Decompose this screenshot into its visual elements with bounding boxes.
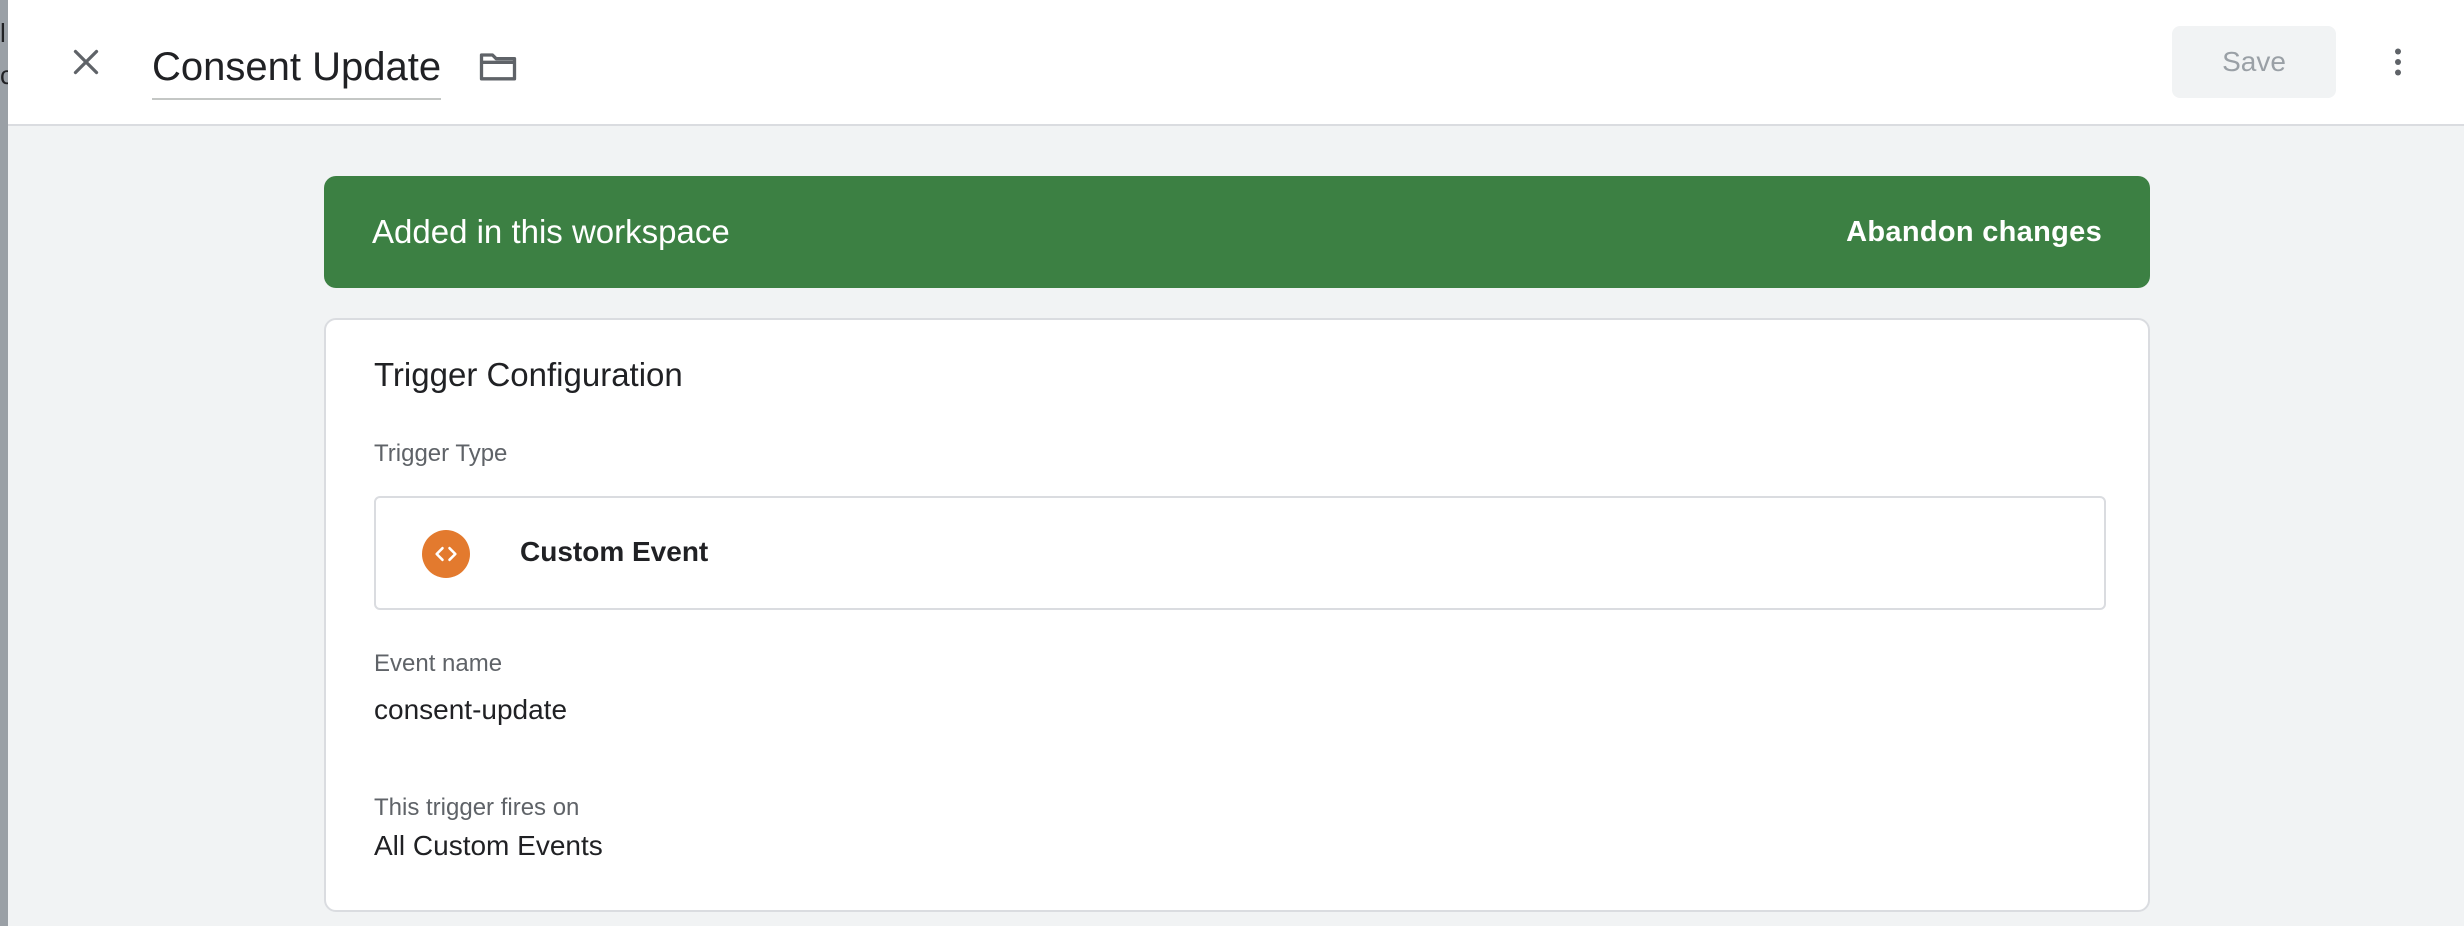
trigger-editor-panel: Consent Update Save Added in this worksp…: [8, 0, 2464, 926]
folder-icon: [479, 53, 517, 81]
save-button[interactable]: Save: [2172, 26, 2336, 98]
close-button[interactable]: [54, 30, 118, 94]
trigger-configuration-card[interactable]: Trigger Configuration Trigger Type Custo…: [324, 318, 2150, 912]
editor-header: Consent Update Save: [8, 0, 2464, 126]
trigger-type-name: Custom Event: [520, 536, 709, 567]
trigger-type-selector[interactable]: Custom Event: [374, 496, 2106, 610]
workspace-status-banner: Added in this workspace Abandon changes: [324, 176, 2150, 288]
code-icon: [435, 546, 457, 562]
abandon-changes-button[interactable]: Abandon changes: [1846, 216, 2102, 249]
page: l c Consent Update Save Added in this wo…: [0, 0, 2464, 926]
event-name-value: consent-update: [374, 694, 568, 725]
fires-on-label: This trigger fires on: [374, 794, 580, 821]
more-vert-icon: [2395, 48, 2401, 76]
event-name-label: Event name: [374, 650, 503, 677]
banner-text: Added in this workspace: [372, 213, 730, 250]
custom-event-icon-badge: [422, 530, 470, 578]
folder-button[interactable]: [470, 38, 526, 94]
title-input[interactable]: Consent Update: [152, 36, 442, 100]
trigger-title: Consent Update: [152, 44, 442, 89]
fires-on-value: All Custom Events: [374, 830, 603, 861]
card-title: Trigger Configuration: [374, 356, 683, 393]
background-page-strip: l c: [0, 0, 8, 926]
trigger-type-label: Trigger Type: [374, 440, 508, 467]
more-options-button[interactable]: [2366, 30, 2430, 94]
close-icon: [73, 49, 99, 75]
